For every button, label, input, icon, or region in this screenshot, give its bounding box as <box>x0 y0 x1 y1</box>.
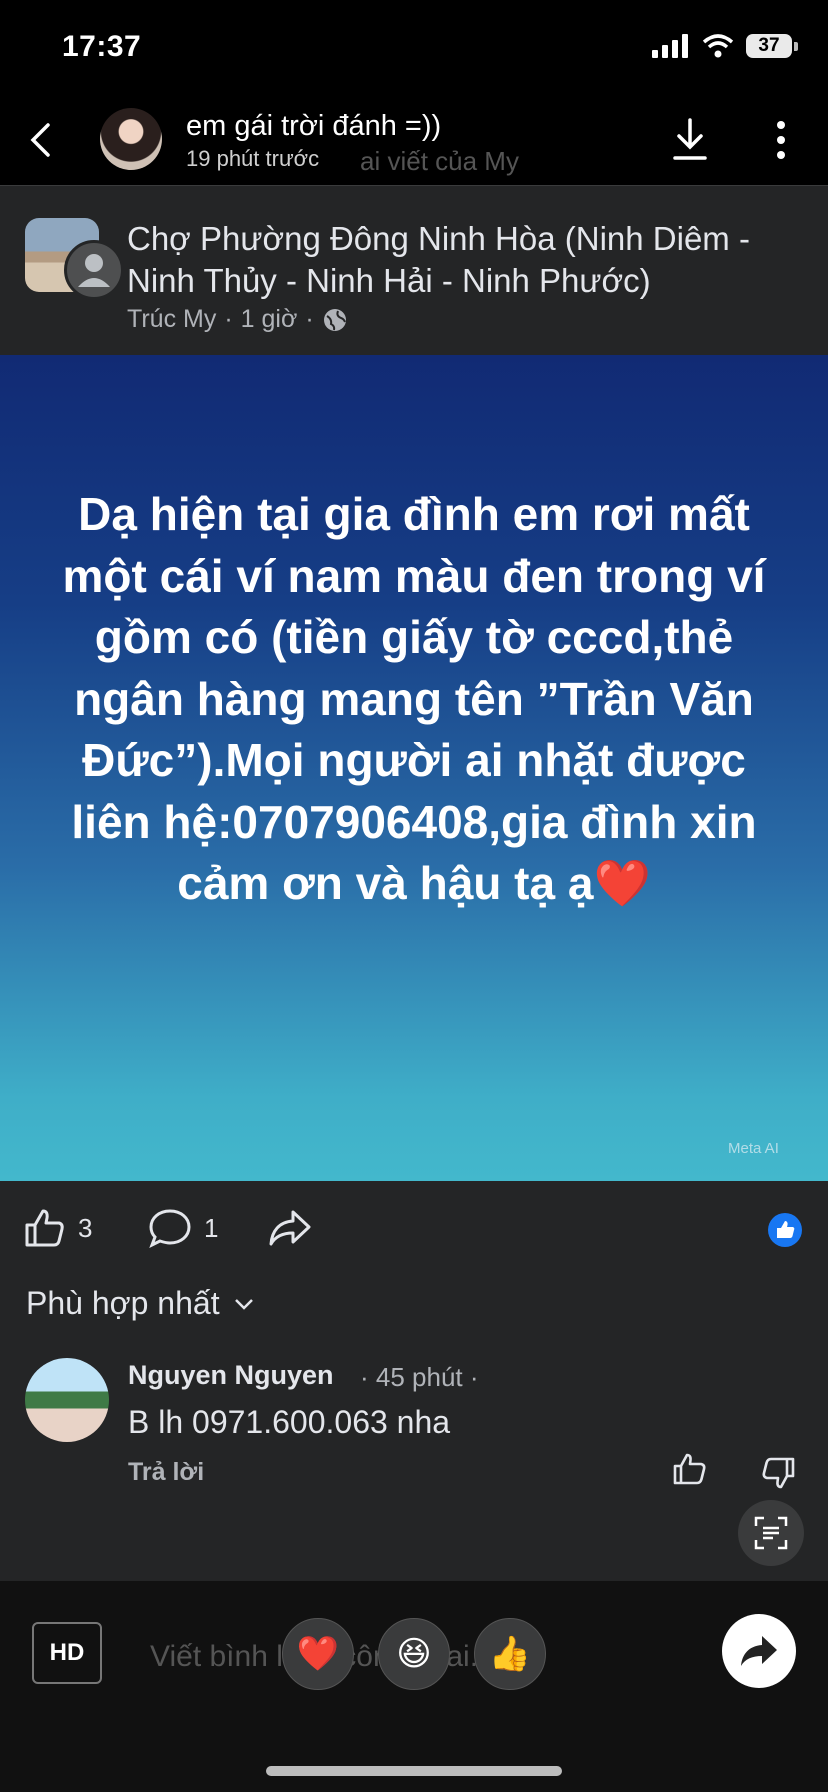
comment-dislike-icon[interactable] <box>760 1456 796 1490</box>
comment-icon <box>149 1209 191 1248</box>
comment-sort-dropdown[interactable]: Phù hợp nhất <box>26 1285 254 1322</box>
comment-time: · 45 phút · <box>360 1362 479 1392</box>
react-haha-button[interactable]: 😆 <box>378 1618 450 1690</box>
post-time[interactable]: 1 giờ <box>241 305 298 334</box>
chevron-down-icon <box>234 1298 253 1310</box>
hd-button[interactable]: HD <box>32 1622 102 1684</box>
thumbs-up-icon <box>777 1221 795 1238</box>
author-avatar[interactable] <box>64 240 124 300</box>
back-icon[interactable] <box>28 122 52 158</box>
sort-label: Phù hợp nhất <box>26 1285 220 1321</box>
meta-separator: · <box>224 305 233 333</box>
reply-button[interactable]: Trả lời <box>128 1458 204 1487</box>
globe-icon <box>323 308 346 331</box>
scan-text-button[interactable] <box>738 1500 804 1566</box>
comment-like-icon[interactable] <box>672 1452 708 1486</box>
post-meta: Trúc My · 1 giờ · <box>127 305 348 334</box>
status-time: 17:37 <box>62 30 142 63</box>
download-icon[interactable] <box>672 118 708 162</box>
commenter-avatar[interactable] <box>25 1358 109 1442</box>
heart-emoji: ❤️ <box>593 857 651 909</box>
nav-title: em gái trời đánh =)) <box>186 110 442 142</box>
wifi-icon <box>702 34 734 58</box>
battery-tip <box>794 41 798 51</box>
ghost-text: ai viết của My <box>360 146 519 176</box>
scan-text-icon <box>754 1516 788 1550</box>
home-indicator <box>266 1766 562 1776</box>
nav-subtitle: 19 phút trước <box>186 146 320 171</box>
thumbs-up-icon <box>25 1209 64 1247</box>
story-avatar[interactable] <box>100 108 162 170</box>
post-image-text: Dạ hiện tại gia đình em rơi mất một cái … <box>40 484 788 915</box>
comment-button[interactable]: 1 <box>148 1208 218 1248</box>
share-fab-button[interactable] <box>722 1614 796 1688</box>
comment-count: 1 <box>204 1212 219 1243</box>
like-button[interactable]: 3 <box>24 1208 92 1248</box>
signal-icon <box>652 34 688 58</box>
react-like-button[interactable]: 👍 <box>474 1618 546 1690</box>
status-icons: 37 <box>652 34 798 58</box>
person-icon <box>78 254 110 287</box>
meta-ai-label: Meta AI <box>728 1140 779 1157</box>
image-caption: Dạ hiện tại gia đình em rơi mất một cái … <box>62 488 766 909</box>
more-icon[interactable] <box>774 120 788 160</box>
battery-icon: 37 <box>746 34 792 58</box>
share-icon[interactable] <box>268 1208 312 1248</box>
like-reaction-badge[interactable] <box>768 1213 802 1247</box>
react-love-button[interactable]: ❤️ <box>282 1618 354 1690</box>
share-arrow-icon <box>741 1636 777 1666</box>
like-count: 3 <box>78 1212 93 1243</box>
comment-text: B lh 0971.600.063 nha <box>128 1404 451 1440</box>
group-name[interactable]: Chợ Phường Đông Ninh Hòa (Ninh Diêm - Ni… <box>127 218 807 302</box>
post-author[interactable]: Trúc My <box>127 305 216 334</box>
meta-separator: · <box>305 305 314 333</box>
commenter-name[interactable]: Nguyen Nguyen <box>128 1360 334 1391</box>
